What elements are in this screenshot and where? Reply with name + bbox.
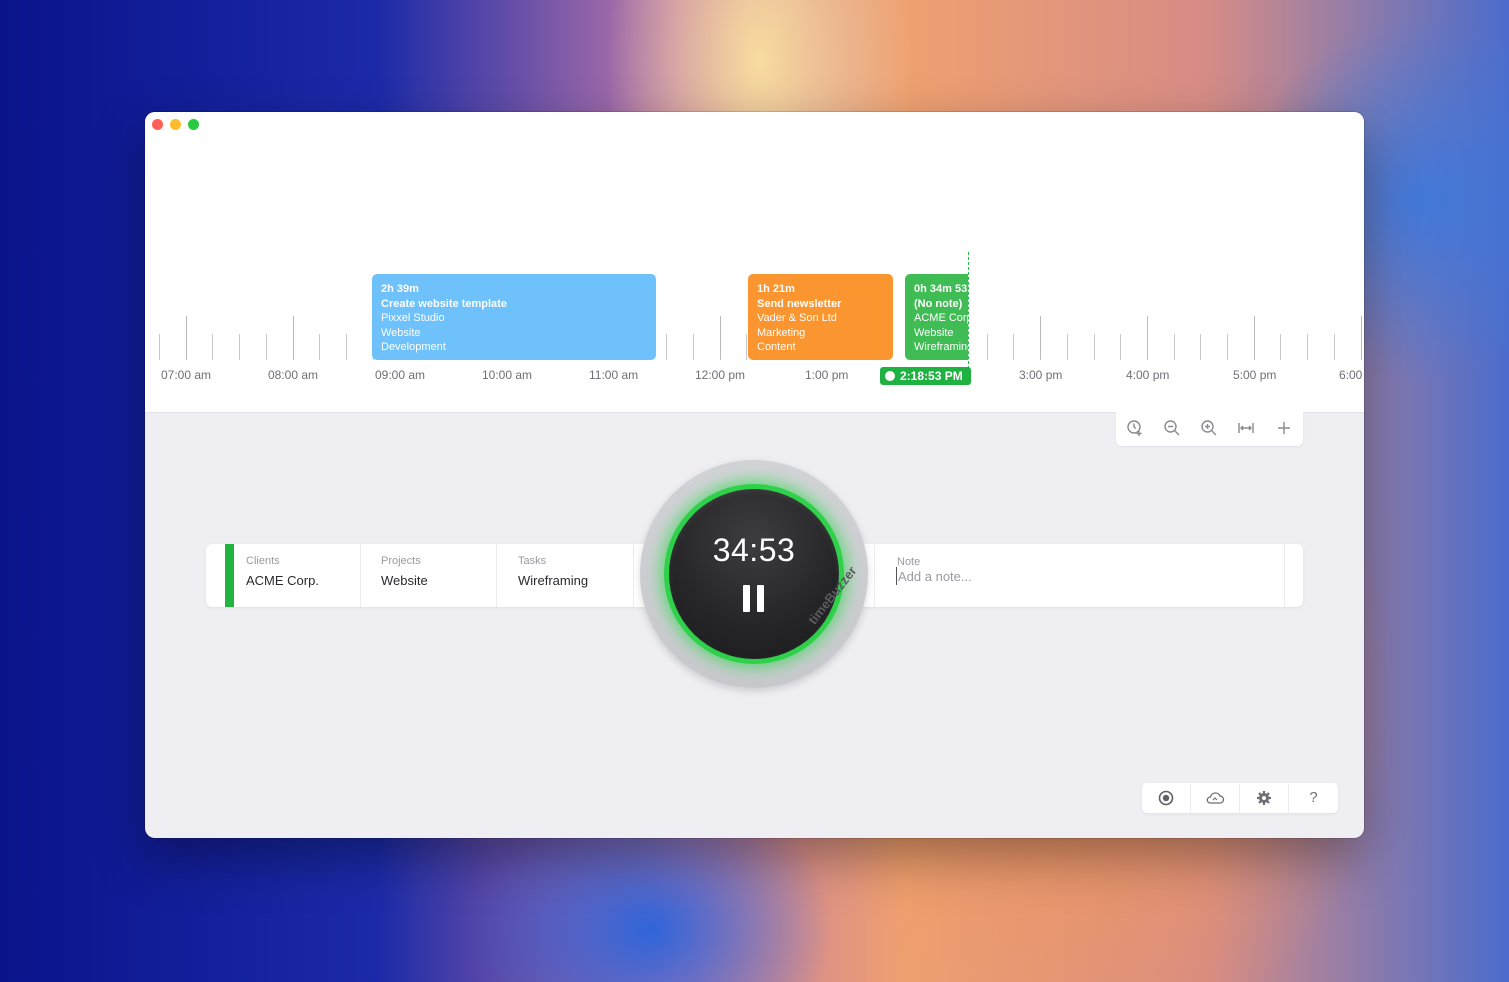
- timeline-tick: [1280, 334, 1281, 360]
- clock-add-icon[interactable]: [1125, 419, 1145, 439]
- timeline-tick: [987, 334, 988, 360]
- hour-label: 12:00 pm: [695, 368, 746, 382]
- timeline-tick: [1254, 316, 1255, 360]
- zoom-window-button[interactable]: [188, 119, 199, 130]
- hour-label: 08:00 am: [268, 368, 319, 382]
- entry-client: Vader & Son Ltd: [757, 312, 837, 324]
- time-entry[interactable]: 1h 21m Send newsletter Vader & Son Ltd M…: [748, 274, 893, 360]
- hour-label: 10:00 am: [482, 368, 533, 382]
- hour-label: 09:00 am: [375, 368, 426, 382]
- entry-task: Content: [757, 341, 796, 353]
- hour-label: 07:00 am: [161, 368, 212, 382]
- entry-client: ACME Corp.: [914, 312, 968, 324]
- timeline-tick: [1040, 316, 1041, 360]
- timeline-tick: [1334, 334, 1335, 360]
- app-window: 07:00 am 08:00 am 09:00 am 10:00 am 11:0…: [145, 112, 1364, 838]
- time-entry[interactable]: 2h 39m Create website template Pixxel St…: [372, 274, 656, 360]
- plus-icon[interactable]: [1274, 419, 1294, 439]
- timeline-tick: [266, 334, 267, 360]
- entry-client: Pixxel Studio: [381, 312, 445, 324]
- note-input[interactable]: [896, 567, 1278, 585]
- tasks-field[interactable]: Tasks Wireframing: [497, 544, 634, 607]
- fit-width-icon[interactable]: [1236, 419, 1256, 439]
- hour-label: 5:00 pm: [1233, 368, 1277, 382]
- timeline-tick: [693, 334, 694, 360]
- projects-label: Projects: [381, 555, 421, 567]
- entry-project: Website: [381, 326, 421, 339]
- minimize-window-button[interactable]: [170, 119, 181, 130]
- timeline-tick: [186, 316, 187, 360]
- cloud-sync-icon[interactable]: [1191, 783, 1240, 813]
- timeline-tick: [1361, 316, 1362, 360]
- entry-title: Send newsletter: [757, 297, 842, 310]
- record-icon[interactable]: [1142, 783, 1191, 813]
- entry-duration: 2h 39m: [381, 283, 419, 295]
- elapsed-timer: 34:53: [712, 532, 796, 568]
- entry-project: Marketing: [757, 326, 806, 339]
- hour-label: 4:00 pm: [1126, 368, 1170, 382]
- timeline-tick: [159, 334, 160, 360]
- settings-gear-icon[interactable]: [1240, 783, 1289, 813]
- timeline[interactable]: 07:00 am 08:00 am 09:00 am 10:00 am 11:0…: [145, 136, 1364, 413]
- buzzer-button[interactable]: [669, 489, 839, 659]
- timeline-tick: [1120, 334, 1121, 360]
- projects-value: Website: [381, 573, 428, 588]
- tasks-value: Wireframing: [518, 573, 589, 588]
- clients-field[interactable]: Clients ACME Corp.: [246, 544, 361, 607]
- timeline-tick: [1067, 334, 1068, 360]
- entry-task: Development: [381, 341, 446, 353]
- projects-field[interactable]: Projects Website: [361, 544, 497, 607]
- timeline-tick: [212, 334, 213, 360]
- entry-project: Website: [914, 326, 954, 339]
- hour-label: 1:00 pm: [805, 368, 849, 382]
- title-bar: [145, 112, 1364, 136]
- timeline-tick: [293, 316, 294, 360]
- current-time-badge[interactable]: 2:18:53 PM: [880, 367, 971, 385]
- tasks-label: Tasks: [518, 555, 547, 567]
- status-color-bar: [225, 544, 234, 607]
- entry-task: Wireframing: [914, 341, 968, 353]
- running-time-entry[interactable]: 0h 34m 53 (No note) ACME Corp. Website W…: [905, 274, 968, 360]
- zoom-in-icon[interactable]: [1199, 419, 1219, 439]
- timeline-tick: [1147, 316, 1148, 360]
- timeline-tick: [1013, 334, 1014, 360]
- bottom-toolbar: ?: [1142, 783, 1338, 813]
- clients-value: ACME Corp.: [246, 573, 319, 588]
- timeline-tick: [720, 316, 721, 360]
- record-dot-icon: [885, 371, 895, 381]
- pause-icon[interactable]: [743, 585, 765, 612]
- entry-duration: 1h 21m: [757, 283, 795, 295]
- hour-label: 3:00 pm: [1019, 368, 1063, 382]
- hour-label: 11:00 am: [589, 368, 639, 382]
- close-window-button[interactable]: [152, 119, 163, 130]
- timeline-tick: [1227, 334, 1228, 360]
- timeline-tick: [1307, 334, 1308, 360]
- timeline-tick: [1174, 334, 1175, 360]
- timeline-tick: [1094, 334, 1095, 360]
- timeline-tick: [746, 334, 747, 360]
- timeline-tick: [319, 334, 320, 360]
- timeline-tick: [346, 334, 347, 360]
- timeline-tick: [666, 334, 667, 360]
- help-icon[interactable]: ?: [1289, 783, 1338, 813]
- timeline-tick: [1200, 334, 1201, 360]
- entry-title: Create website template: [381, 297, 507, 310]
- zoom-out-icon[interactable]: [1162, 419, 1182, 439]
- timeline-tick: [239, 334, 240, 360]
- current-time-line: [968, 252, 969, 384]
- hour-label: 6:00: [1339, 368, 1363, 382]
- entry-duration: 0h 34m 53: [914, 283, 968, 295]
- current-time-label: 2:18:53 PM: [900, 369, 963, 383]
- timeline-toolbar: [1116, 412, 1303, 446]
- entry-title: (No note): [914, 297, 963, 310]
- clients-label: Clients: [246, 555, 280, 567]
